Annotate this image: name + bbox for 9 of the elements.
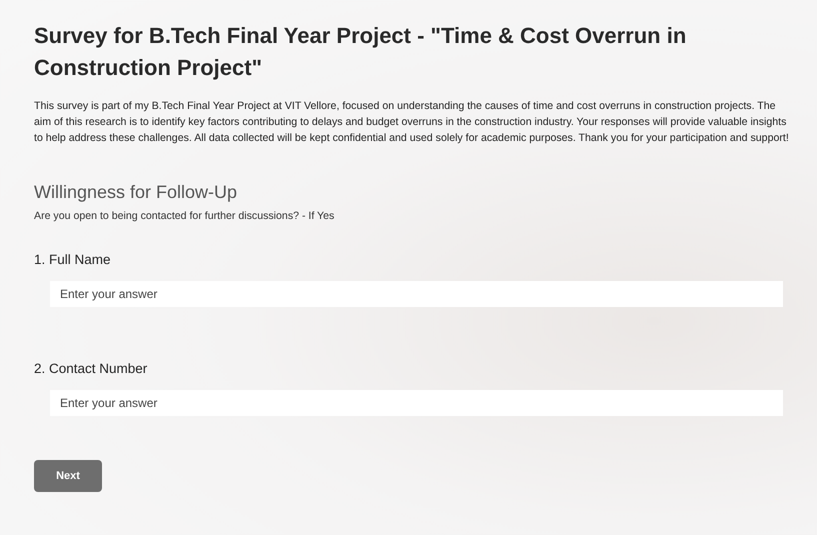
input-field[interactable]: Enter your answer [50,281,783,307]
survey-title: Survey for B.Tech Final Year Project - "Time & Cost Overrun in Construction Project" [34,22,688,82]
question-label: 1. Full Name [34,252,112,267]
section-title: Willingness for Follow-Up [34,181,238,204]
question-label: 2. Contact Number [34,361,148,376]
input-field[interactable]: Enter your answer [50,390,783,416]
next-button[interactable]: Next [34,460,102,492]
survey-description: This survey is part of my B.Tech Final Year Project at VIT Vellore, focused on understanding the causes of time and cost overruns in construction projects. The aim of this research is to identify key factors contributing to delays and budget overruns in the construction industry. Your responses will provide valuable insights to help address these challenges. All data collected will be kept confidential and used solely for academic purposes. Thank you for your participation and support! [34,99,790,146]
section-subtitle: Are you open to being contacted for further discussions? - If Yes [34,210,336,222]
